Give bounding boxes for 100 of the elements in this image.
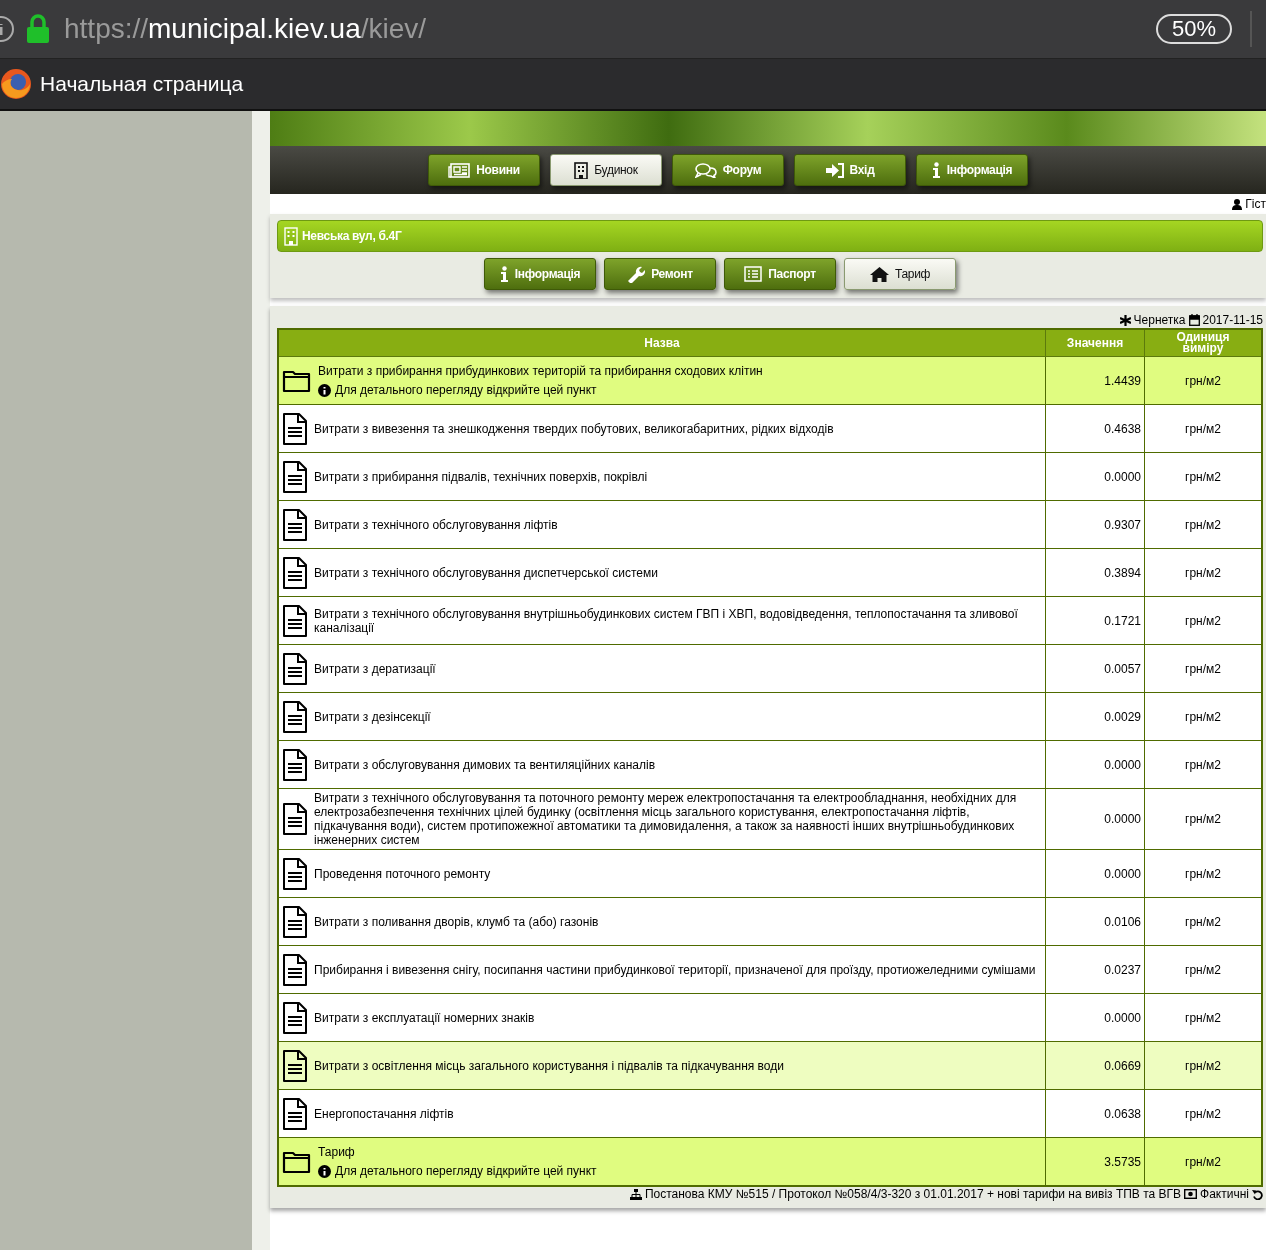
- table-cell: грн/м2: [1144, 404, 1262, 453]
- table-cell: 0.0638: [1045, 1089, 1145, 1138]
- table-cell: 0.1721: [1045, 596, 1145, 645]
- table-cell: грн/м2: [1144, 1137, 1262, 1186]
- document-icon: [282, 652, 308, 685]
- nav-tab[interactable]: Новини: [428, 154, 540, 186]
- address-bar[interactable]: https://municipal.kiev.ua/kiev/: [64, 13, 427, 45]
- item-name[interactable]: Прибирання і вивезення снігу, посипання частини прибудинкової території, призначеної для проїзду, протиожеледними сумішами: [314, 962, 1036, 977]
- item-name[interactable]: Витрати з дератизації: [314, 661, 436, 676]
- item-name[interactable]: Витрати з дезінсекції: [314, 709, 431, 724]
- table-cell: 3.5735: [1045, 1137, 1145, 1186]
- undo-icon[interactable]: [1252, 1188, 1263, 1200]
- item-name[interactable]: Витрати з технічного обслуговування внутрішньобудинкових систем ГВП і ХВП, водовідведення, теплопостачання та зливової каналізації: [314, 606, 1042, 635]
- banknote-icon: [1184, 1189, 1198, 1199]
- item-name[interactable]: Тариф: [318, 1145, 597, 1159]
- home-icon: [869, 266, 889, 282]
- info-icon: [318, 1164, 331, 1178]
- asterisk-icon: [1119, 314, 1131, 326]
- table-cell: 0.0000: [1045, 849, 1145, 898]
- nav-tab[interactable]: Будинок: [550, 154, 662, 186]
- document-icon: [282, 1097, 308, 1130]
- nav-tab[interactable]: Вхід: [794, 154, 906, 186]
- item-name[interactable]: Витрати з обслуговування димових та вентиляційних каналів: [314, 757, 656, 772]
- table-cell: грн/м2: [1144, 1089, 1262, 1138]
- table-cell: грн/м2: [1144, 993, 1262, 1042]
- table-cell: грн/м2: [1144, 1041, 1262, 1090]
- document-icon: [282, 508, 308, 541]
- nav-tab[interactable]: Інформація: [916, 154, 1028, 186]
- table-cell: грн/м2: [1144, 740, 1262, 789]
- nav-tab[interactable]: Форум: [672, 154, 784, 186]
- table-cell: 0.0237: [1045, 945, 1145, 994]
- status-label: Чернетка: [1133, 313, 1186, 327]
- info-icon: [931, 162, 941, 178]
- table-cell: грн/м2: [1144, 644, 1262, 693]
- tab-title[interactable]: Начальная страница: [40, 72, 244, 96]
- newspaper-icon: [448, 162, 471, 178]
- status-date: 2017-11-15: [1202, 313, 1263, 327]
- nav-tab[interactable]: Тариф: [844, 258, 956, 290]
- table-cell: грн/м2: [1144, 849, 1262, 898]
- actual-label[interactable]: Фактичні: [1200, 1187, 1249, 1201]
- chat-icon: [694, 162, 717, 178]
- nav-tab[interactable]: Інформація: [484, 258, 596, 290]
- document-icon: [282, 803, 308, 835]
- info-icon: [318, 383, 331, 397]
- table-cell: 0.4638: [1045, 404, 1145, 453]
- column-header: Значення: [1045, 329, 1145, 357]
- item-name[interactable]: Витрати з поливання дворів, клумб та (або) газонів: [314, 914, 599, 929]
- document-icon: [282, 748, 308, 781]
- document-icon: [282, 953, 308, 986]
- wrench-icon: [627, 265, 646, 283]
- document-icon: [282, 604, 308, 637]
- item-name[interactable]: Витрати з прибирання підвалів, технічних поверхів, покрівлі: [314, 469, 648, 484]
- table-cell: 0.0000: [1045, 740, 1145, 789]
- table-cell: 0.0000: [1045, 788, 1145, 850]
- item-name[interactable]: Витрати з вивезення та знешкодження твердих побутових, великогабаритних, рідких відходів: [314, 421, 834, 436]
- browser-logo-icon: [0, 68, 32, 100]
- column-header: Назва: [278, 329, 1046, 357]
- info-icon[interactable]: [0, 15, 16, 43]
- table-cell: грн/м2: [1144, 500, 1262, 549]
- open-hint: Для детального перегляду відкрийте цей пункт: [335, 383, 597, 397]
- column-header: Одиниця виміру: [1144, 329, 1262, 357]
- item-name[interactable]: Витрати з експлуатації номерних знаків: [314, 1010, 535, 1025]
- table-cell: грн/м2: [1144, 356, 1262, 405]
- table-cell: 0.0000: [1045, 452, 1145, 501]
- document-icon: [282, 412, 308, 445]
- lock-icon[interactable]: [26, 14, 50, 44]
- house-address: Невська вул, б.4Г: [302, 229, 402, 243]
- table-cell: грн/м2: [1144, 788, 1262, 850]
- table-cell: 0.0106: [1045, 897, 1145, 946]
- nav-tab[interactable]: Паспорт: [724, 258, 836, 290]
- document-icon: [282, 857, 308, 890]
- table-cell: грн/м2: [1144, 452, 1262, 501]
- item-name[interactable]: Витрати з технічного обслуговування ліфтів: [314, 517, 558, 532]
- item-name[interactable]: Витрати з прибирання прибудинкових територій та прибирання сходових клітин: [318, 364, 763, 378]
- table-cell: 0.0669: [1045, 1041, 1145, 1090]
- user-name[interactable]: Гіст: [1245, 197, 1266, 211]
- building-icon: [574, 161, 589, 179]
- nav-tab[interactable]: Ремонт: [604, 258, 716, 290]
- table-cell: грн/м2: [1144, 945, 1262, 994]
- building-icon: [284, 226, 298, 246]
- table-cell: 0.0000: [1045, 993, 1145, 1042]
- folder-icon: [282, 368, 312, 393]
- list-icon: [744, 266, 763, 282]
- table-cell: 0.9307: [1045, 500, 1145, 549]
- item-name[interactable]: Енергопостачання ліфтів: [314, 1106, 454, 1121]
- item-name[interactable]: Витрати з освітлення місць загального користування і підвалів та підкачування води: [314, 1058, 784, 1073]
- item-name[interactable]: Проведення поточного ремонту: [314, 866, 491, 881]
- calendar-icon: [1188, 314, 1200, 326]
- table-cell: 0.0029: [1045, 692, 1145, 741]
- zoom-level[interactable]: 50%: [1155, 14, 1232, 44]
- document-icon: [282, 1049, 308, 1082]
- table-cell: грн/м2: [1144, 596, 1262, 645]
- table-cell: 1.4439: [1045, 356, 1145, 405]
- item-name[interactable]: Витрати з технічного обслуговування та поточного ремонту мереж електропостачання та електрообладнання, необхідних для електрозабезпечення технічних цілей будинку (освітлення місць загального користування, електропостачання ліфтів, підкачування води), систем протипожежної автоматики та димовидалення, а також за наявності інших внутрішньобудинкових інженерних систем: [314, 791, 1042, 847]
- document-icon: [282, 700, 308, 733]
- tariff-basis: Постанова КМУ №515 / Протокол №058/4/3-320 з 01.01.2017 + нові тарифи на вивіз ТПВ та ВГВ: [644, 1187, 1182, 1201]
- document-icon: [282, 460, 308, 493]
- open-hint: Для детального перегляду відкрийте цей пункт: [335, 1164, 597, 1178]
- table-cell: грн/м2: [1144, 692, 1262, 741]
- item-name[interactable]: Витрати з технічного обслуговування диспетчерської системи: [314, 565, 658, 580]
